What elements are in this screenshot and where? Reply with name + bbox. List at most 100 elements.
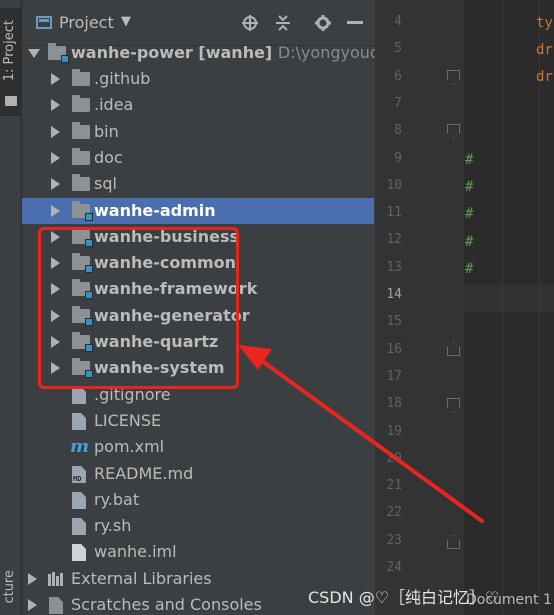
folder-icon — [72, 69, 90, 86]
line-number: 23 — [386, 532, 402, 548]
tree-item-label: sql — [94, 174, 117, 193]
file-icon — [72, 518, 86, 535]
line-number: 12 — [386, 232, 402, 248]
project-tool-tab-label: 1: Project — [2, 20, 17, 82]
tree-item-label: wanhe.iml — [94, 542, 177, 561]
expand-arrow-icon[interactable] — [28, 573, 37, 585]
project-tool-tab[interactable]: 1: Project — [0, 8, 22, 116]
structure-tool-tab[interactable]: cture — [2, 570, 17, 604]
code-line-12: # — [465, 234, 474, 250]
expand-arrow-icon[interactable] — [51, 178, 60, 190]
expand-arrow-icon[interactable] — [28, 49, 40, 58]
line-number: 9 — [394, 150, 402, 166]
locate-icon[interactable] — [239, 12, 261, 34]
code-line-6: dr — [536, 69, 553, 85]
tree-folder-github[interactable]: .github — [22, 66, 374, 92]
module-file-icon — [72, 544, 86, 561]
scratches-icon — [49, 597, 63, 614]
line-number: 13 — [386, 259, 402, 275]
tree-folder-idea[interactable]: .idea — [22, 92, 374, 118]
line-number: 4 — [394, 14, 402, 29]
tree-folder-sql[interactable]: sql — [22, 171, 374, 197]
tree-file-rybat[interactable]: ry.bat — [22, 487, 374, 513]
tree-folder-doc[interactable]: doc — [22, 145, 374, 171]
line-number: 19 — [386, 423, 402, 439]
code-line-10: # — [465, 179, 474, 195]
tool-window-strip: 1: Project cture — [0, 0, 22, 615]
expand-arrow-icon[interactable] — [51, 205, 60, 217]
line-number: 21 — [386, 478, 402, 494]
line-number: 7 — [394, 95, 402, 111]
expand-arrow-icon[interactable] — [28, 599, 37, 611]
code-line-9: # — [465, 152, 474, 168]
tree-item-label: LICENSE — [94, 411, 162, 430]
expand-arrow-icon[interactable] — [51, 152, 60, 164]
module-folder-icon — [48, 43, 69, 63]
expand-arrow-icon[interactable] — [51, 126, 60, 138]
gear-icon[interactable] — [312, 12, 334, 34]
folder-icon — [72, 174, 90, 191]
tree-file-wanheiml[interactable]: wanhe.iml — [22, 539, 374, 565]
tree-item-label: .idea — [94, 95, 134, 114]
fold-marker-icon[interactable] — [447, 70, 460, 84]
code-line-5: dr — [536, 42, 553, 58]
tree-item-label: Scratches and Consoles — [71, 595, 262, 614]
folder-icon — [72, 148, 90, 165]
expand-arrow-icon[interactable] — [51, 99, 60, 111]
tree-folder-bin[interactable]: bin — [22, 119, 374, 145]
library-icon — [48, 572, 64, 586]
tree-file-LICENSE[interactable]: LICENSE — [22, 408, 374, 434]
chevron-down-icon[interactable]: ▼ — [121, 14, 131, 29]
tree-item-label: ry.sh — [94, 516, 132, 535]
folder-icon — [72, 95, 90, 112]
line-number: 15 — [386, 314, 402, 330]
line-number: 6 — [394, 68, 402, 84]
tree-item-label: doc — [94, 148, 123, 167]
line-number: 16 — [386, 341, 402, 357]
tree-item-label: pom.xml — [94, 437, 165, 456]
file-icon — [72, 413, 86, 430]
root-module: [wanhe] — [198, 43, 273, 62]
project-view-selector[interactable]: Project — [59, 13, 114, 32]
file-icon — [72, 387, 86, 404]
highlight-box — [38, 227, 239, 389]
csdn-watermark: CSDN @♡［纯白记忆］♡ — [308, 588, 500, 607]
line-number: 8 — [394, 123, 402, 139]
tree-root[interactable]: wanhe-power [wanhe] D:\yongyoudianlia — [22, 40, 423, 66]
collapse-all-icon[interactable] — [272, 12, 294, 34]
tree-file-rysh[interactable]: ry.sh — [22, 513, 374, 539]
fold-marker-icon[interactable] — [447, 535, 460, 549]
file-icon — [72, 492, 86, 509]
code-line-13: # — [465, 261, 474, 277]
editor-gutter: 4 5 6 7 8 9 10 11 12 13 14 15 16 17 18 19 20 21 22 23 24 — [376, 0, 464, 615]
tree-item-label: ry.bat — [94, 490, 140, 509]
line-number: 20 — [386, 450, 402, 466]
fold-marker-icon[interactable] — [447, 342, 460, 356]
code-line-4: ty — [536, 15, 553, 31]
fold-marker-icon[interactable] — [447, 398, 460, 412]
line-number: 17 — [386, 368, 402, 384]
fold-marker-icon[interactable] — [447, 124, 460, 138]
tree-item-label: README.md — [94, 464, 194, 483]
tree-item-label: wanhe-admin — [94, 201, 216, 220]
root-name: wanhe-power — [71, 43, 193, 62]
tree-item-label: bin — [94, 122, 119, 141]
line-number: 22 — [386, 505, 402, 521]
project-icon — [36, 16, 52, 29]
tree-item-label: External Libraries — [71, 569, 212, 588]
tree-module-wanhe-admin[interactable]: wanhe-admin — [22, 198, 374, 224]
folder-icon — [5, 96, 17, 106]
minimize-icon[interactable] — [344, 12, 366, 34]
folder-icon — [72, 122, 90, 139]
code-editor[interactable]: 4 5 6 7 8 9 10 11 12 13 14 15 16 17 18 19 20 21 22 23 24 ty … — [375, 0, 554, 615]
tree-file-pomxml[interactable]: m pom.xml — [22, 434, 374, 460]
maven-icon: m — [70, 436, 90, 457]
line-number: 14 — [386, 287, 402, 302]
tree-file-READMEmd[interactable]: MD README.md — [22, 461, 374, 487]
expand-arrow-icon[interactable] — [51, 73, 60, 85]
line-number: 11 — [386, 205, 402, 221]
current-line-highlight — [464, 285, 554, 312]
code-line-11: # — [465, 206, 474, 222]
markdown-icon: MD — [72, 466, 86, 483]
module-folder-icon — [72, 201, 93, 221]
